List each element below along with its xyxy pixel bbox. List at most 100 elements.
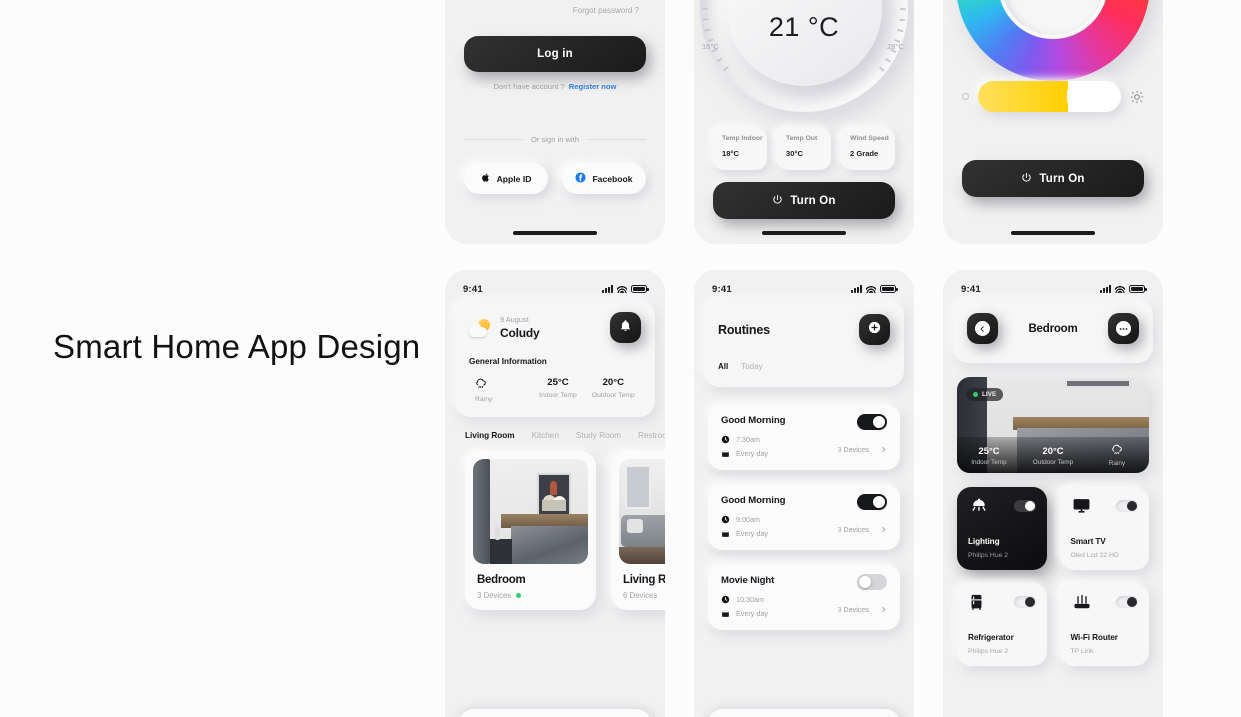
light-turn-on-button[interactable]: Turn On [962, 160, 1144, 197]
routine-devices-row[interactable]: 3 Devices [837, 445, 887, 454]
dial-min-label: 16°C [702, 42, 719, 51]
chevron-right-icon [882, 526, 886, 533]
general-outdoor-value: 20°C [602, 377, 625, 388]
device-card-smart-tv[interactable]: Smart TV Oled Lcd 22 HD [1059, 487, 1149, 570]
login-button[interactable]: Log in [464, 36, 646, 72]
brightness-slider-fill [978, 81, 1069, 112]
routine-time: 10:30am [736, 595, 764, 604]
routine-devices-row[interactable]: 3 Devices [837, 525, 887, 534]
apple-signin-label: Apple ID [496, 173, 532, 184]
brightness-slider[interactable] [978, 81, 1121, 112]
camera-feed[interactable]: LIVE 25°C Indoor Temp 20°C Outdoor Temp [957, 377, 1149, 473]
facebook-icon [575, 172, 586, 185]
facebook-signin-button[interactable]: Facebook [562, 163, 646, 194]
room-tab-kitchen[interactable]: Kitchen [532, 431, 559, 440]
room-card-title: Bedroom [477, 574, 526, 586]
dial-max-label: 28°C [887, 42, 904, 51]
color-wheel[interactable] [956, 0, 1150, 81]
battery-icon [631, 285, 649, 293]
device-name: Refrigerator [968, 633, 1014, 642]
cellular-bars-icon [1100, 285, 1111, 293]
device-card-wifi-router[interactable]: Wi-Fi Router TP Link [1059, 583, 1149, 666]
weather-card: 9 August Coludy General Information Rain… [455, 300, 655, 417]
temperature-dial[interactable]: 21 °C [700, 0, 908, 112]
status-icons [851, 285, 898, 293]
room-card-bedroom[interactable]: Bedroom 3 Devices [465, 451, 596, 610]
device-toggle[interactable] [1116, 596, 1138, 608]
general-indoor-label: Indoor Temp [539, 392, 577, 399]
routine-toggle[interactable] [857, 494, 887, 510]
device-toggle[interactable] [1013, 500, 1036, 512]
bedroom-header: Bedroom [953, 300, 1153, 363]
room-card-living-room[interactable]: Living Room 6 Devices [611, 451, 665, 610]
add-routine-button[interactable] [859, 314, 890, 345]
room-card-subtitle: 3 Devices [477, 591, 588, 600]
stat-wind-speed: Wind Speed 2 Grade [841, 128, 895, 170]
routine-devices-row[interactable]: 3 Devices [837, 605, 887, 614]
stat-label: Temp Indoor [722, 135, 763, 142]
routine-item[interactable]: Good Morning 9:00am Every day 3 Devices [708, 484, 900, 550]
dial-tick [701, 8, 709, 10]
thermostat-turn-on-button[interactable]: Turn On [713, 182, 895, 219]
routine-repeat: Every day [736, 529, 768, 538]
weather-condition: Coludy [500, 326, 540, 340]
phone-bedroom-screen: 9:41 Bedroom LIVE 25°C Indoor Temp 20°C … [943, 270, 1163, 717]
room-tab-study-room[interactable]: Study Room [576, 431, 621, 440]
home-indicator [762, 231, 846, 235]
more-options-button[interactable] [1108, 313, 1139, 344]
status-time: 9:41 [463, 283, 483, 295]
weather-text: 9 August Coludy [500, 315, 540, 340]
thermostat-turn-on-label: Turn On [790, 194, 836, 207]
live-dot-icon [973, 392, 978, 397]
status-time: 9:41 [961, 283, 981, 295]
device-toggle[interactable] [1116, 500, 1138, 512]
wifi-icon [1115, 285, 1125, 293]
room-photo-bedroom [473, 459, 588, 564]
stat-value: 2 Grade [850, 149, 879, 158]
routine-item[interactable]: Good Morning 7:30am Every day 3 Devices [708, 404, 900, 470]
register-now-link[interactable]: Register now [569, 82, 617, 91]
device-subtitle: Oled Lcd 22 HD [1070, 552, 1119, 559]
cellular-bars-icon [851, 285, 862, 293]
stat-value: 30°C [786, 149, 803, 158]
online-status-dot [516, 593, 522, 598]
routine-toggle[interactable] [857, 414, 887, 430]
clock-icon [721, 515, 730, 524]
filter-all[interactable]: All [718, 362, 728, 371]
power-icon [772, 194, 783, 208]
room-tab-restroom[interactable]: Restroom [638, 431, 665, 440]
device-card-refrigerator[interactable]: Refrigerator Philips Hue 2 [957, 583, 1047, 666]
camera-stats-strip: 25°C Indoor Temp 20°C Outdoor Temp Rainy [957, 437, 1149, 473]
register-prompt-text: Don't have account ? [493, 82, 565, 91]
room-card-device-count: 3 Devices [477, 591, 512, 600]
camera-stat-outdoor: 20°C Outdoor Temp [1021, 445, 1085, 466]
device-toggle[interactable] [1013, 596, 1036, 608]
device-card-lighting[interactable]: Lighting Philips Hue 2 [957, 487, 1047, 570]
chevron-right-icon [882, 606, 886, 613]
room-tabs: Living Room Kitchen Study Room Restroom [445, 431, 665, 440]
sun-cloud-icon [469, 318, 491, 337]
room-tab-living-room[interactable]: Living Room [465, 431, 515, 440]
status-bar: 9:41 [694, 270, 914, 296]
register-prompt: Don't have account ? Register now [445, 82, 665, 91]
filter-today[interactable]: Today [741, 362, 762, 371]
room-photo-living-room [619, 459, 665, 564]
router-icon [1071, 592, 1093, 616]
routine-repeat: Every day [736, 449, 768, 458]
apple-signin-button[interactable]: Apple ID [464, 163, 548, 194]
forgot-password-link[interactable]: Forgot password ? [573, 6, 639, 15]
camera-stat-indoor: 25°C Indoor Temp [957, 445, 1021, 466]
routine-toggle[interactable] [857, 574, 887, 590]
status-bar: 9:41 [943, 270, 1163, 296]
phone-routines-screen: 9:41 Routines All Today Good Morning 7:3… [694, 270, 914, 717]
weather-row: 9 August Coludy [469, 312, 641, 343]
routine-repeat: Every day [736, 609, 768, 618]
routine-item[interactable]: Movie Night 10:30am Every day 3 Devices [708, 564, 900, 630]
wifi-icon [866, 285, 876, 293]
back-button[interactable] [967, 313, 998, 344]
page-title: Smart Home App Design [53, 328, 421, 365]
battery-icon [880, 285, 898, 293]
brightness-slider-knob[interactable] [1066, 90, 1069, 103]
live-badge-label: LIVE [982, 391, 997, 398]
notification-button[interactable] [610, 312, 641, 343]
